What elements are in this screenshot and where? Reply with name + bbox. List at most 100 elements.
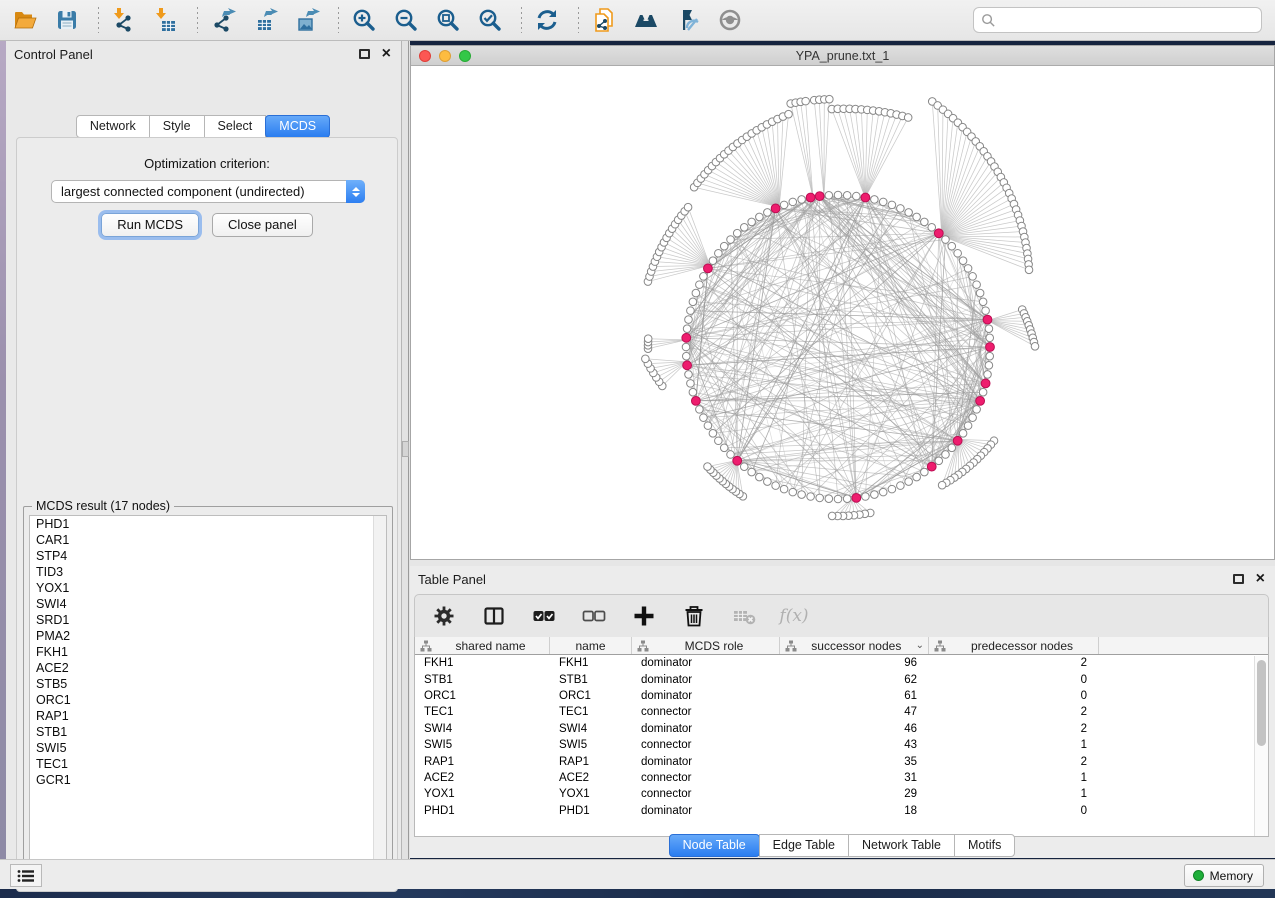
ring-node[interactable] [756, 213, 764, 221]
ring-node[interactable] [982, 307, 990, 315]
leaf-node[interactable] [826, 95, 834, 103]
mcds-hub-node[interactable] [852, 493, 861, 502]
mcds-result-list[interactable]: PHD1CAR1STP4TID3YOX1SWI4SRD1PMA2FKH1ACE2… [29, 515, 387, 873]
ring-node[interactable] [942, 451, 950, 459]
ring-node[interactable] [685, 316, 693, 324]
ring-node[interactable] [825, 191, 833, 199]
mcds-hub-node[interactable] [986, 343, 995, 352]
ring-node[interactable] [834, 495, 842, 503]
ring-node[interactable] [905, 478, 913, 486]
ring-node[interactable] [683, 325, 691, 333]
criterion-dropdown[interactable]: largest connected component (undirected) [51, 180, 365, 203]
tab-node-table[interactable]: Node Table [669, 834, 760, 857]
tab-motifs[interactable]: Motifs [954, 834, 1015, 857]
mcds-hub-node[interactable] [806, 193, 815, 202]
show-graphics-details-icon[interactable] [715, 5, 745, 35]
ring-node[interactable] [948, 444, 956, 452]
maximize-window-icon[interactable] [459, 50, 471, 62]
ring-node[interactable] [888, 485, 896, 493]
ring-node[interactable] [704, 422, 712, 430]
float-table-panel-icon[interactable] [1233, 574, 1244, 584]
ring-node[interactable] [969, 273, 977, 281]
table-settings-icon[interactable] [431, 603, 457, 629]
table-row[interactable]: YOX1YOX1connector291 [415, 786, 1268, 802]
leaf-node[interactable] [642, 355, 650, 363]
mcds-hub-node[interactable] [815, 192, 824, 201]
tab-network-table[interactable]: Network Table [848, 834, 955, 857]
tab-select[interactable]: Select [204, 115, 267, 138]
tab-mcds[interactable]: MCDS [265, 115, 330, 138]
ring-node[interactable] [780, 201, 788, 209]
deselect-all-icon[interactable] [581, 603, 607, 629]
float-panel-icon[interactable] [359, 49, 370, 59]
ring-node[interactable] [733, 229, 741, 237]
ring-node[interactable] [879, 488, 887, 496]
leaf-node[interactable] [802, 97, 810, 105]
mcds-result-item[interactable]: STB5 [30, 676, 386, 692]
ring-node[interactable] [862, 493, 870, 501]
ring-node[interactable] [959, 430, 967, 438]
ring-node[interactable] [692, 289, 700, 297]
zoom-fit-icon[interactable] [433, 5, 463, 35]
ring-node[interactable] [986, 352, 994, 360]
leaf-node[interactable] [828, 512, 836, 520]
ring-node[interactable] [928, 224, 936, 232]
leaf-node[interactable] [684, 203, 692, 211]
ring-node[interactable] [913, 473, 921, 481]
ring-node[interactable] [921, 218, 929, 226]
ring-node[interactable] [897, 205, 905, 213]
column-header-predecessor-nodes[interactable]: predecessor nodes [929, 637, 1099, 654]
ring-node[interactable] [687, 307, 695, 315]
ring-node[interactable] [973, 281, 981, 289]
ring-node[interactable] [935, 457, 943, 465]
ring-node[interactable] [973, 406, 981, 414]
ring-node[interactable] [979, 388, 987, 396]
ring-node[interactable] [843, 191, 851, 199]
ring-node[interactable] [756, 473, 764, 481]
mcds-result-item[interactable]: YOX1 [30, 580, 386, 596]
mcds-result-item[interactable]: STB1 [30, 724, 386, 740]
ring-node[interactable] [727, 236, 735, 244]
export-image-icon[interactable] [292, 5, 322, 35]
ring-node[interactable] [764, 478, 772, 486]
mcds-hub-node[interactable] [934, 229, 943, 238]
mcds-hub-node[interactable] [682, 333, 691, 342]
leaf-node[interactable] [1025, 266, 1033, 274]
ring-node[interactable] [720, 444, 728, 452]
ring-node[interactable] [979, 298, 987, 306]
mcds-result-item[interactable]: TEC1 [30, 756, 386, 772]
ring-node[interactable] [879, 198, 887, 206]
table-scrollbar[interactable] [1254, 656, 1268, 836]
ring-node[interactable] [740, 463, 748, 471]
mcds-hub-node[interactable] [976, 396, 985, 405]
ring-node[interactable] [682, 352, 690, 360]
mcds-result-item[interactable]: SWI4 [30, 596, 386, 612]
tab-style[interactable]: Style [149, 115, 205, 138]
leaf-node[interactable] [644, 335, 652, 343]
run-mcds-button[interactable]: Run MCDS [101, 213, 199, 237]
close-panel-button[interactable]: Close panel [212, 213, 313, 237]
mcds-result-item[interactable]: SRD1 [30, 612, 386, 628]
ring-node[interactable] [720, 242, 728, 250]
hide-graphics-details-icon[interactable] [673, 5, 703, 35]
import-network-icon[interactable] [109, 5, 139, 35]
ring-node[interactable] [740, 224, 748, 232]
minimize-window-icon[interactable] [439, 50, 451, 62]
leaf-node[interactable] [785, 110, 793, 118]
ring-node[interactable] [748, 218, 756, 226]
ring-node[interactable] [798, 491, 806, 499]
ring-node[interactable] [764, 209, 772, 217]
ring-node[interactable] [888, 201, 896, 209]
mcds-hub-node[interactable] [691, 396, 700, 405]
ring-node[interactable] [913, 213, 921, 221]
mcds-hub-node[interactable] [733, 456, 742, 465]
mcds-result-item[interactable]: CAR1 [30, 532, 386, 548]
ring-node[interactable] [682, 343, 690, 351]
ring-node[interactable] [748, 468, 756, 476]
select-all-icon[interactable] [531, 603, 557, 629]
table-row[interactable]: PHD1PHD1dominator180 [415, 803, 1268, 819]
ring-node[interactable] [780, 485, 788, 493]
mcds-result-item[interactable]: ORC1 [30, 692, 386, 708]
ring-node[interactable] [964, 265, 972, 273]
ring-node[interactable] [969, 414, 977, 422]
